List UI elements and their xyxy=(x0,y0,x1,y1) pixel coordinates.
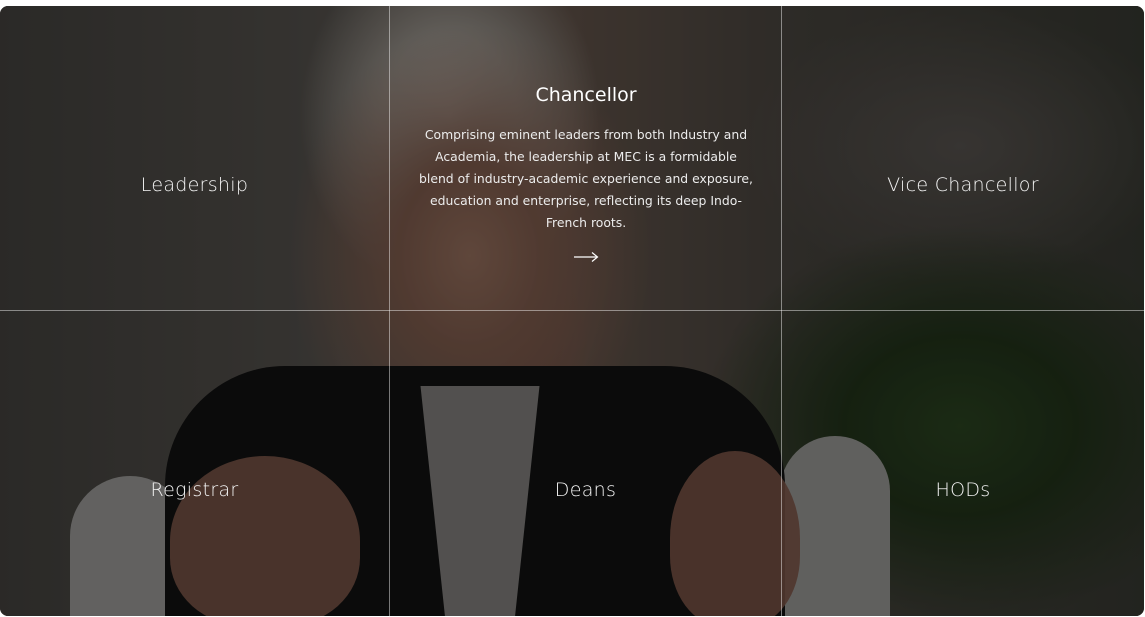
active-cell-content: Chancellor Comprising eminent leaders fr… xyxy=(390,84,782,267)
cell-label: Registrar xyxy=(150,479,239,501)
active-cell-title: Chancellor xyxy=(535,84,637,106)
active-cell-description: Comprising eminent leaders from both Ind… xyxy=(419,127,753,230)
cell-label: Deans xyxy=(554,479,617,501)
grid-cell-registrar[interactable]: Registrar xyxy=(0,311,389,616)
leadership-grid-section: Leadership Vice Chancellor Registrar Dea… xyxy=(0,6,1144,616)
grid-cell-deans[interactable]: Deans xyxy=(390,311,781,616)
grid-cell-hods[interactable]: HODs xyxy=(782,311,1144,616)
right-arrow-icon[interactable] xyxy=(573,248,599,267)
grid-cell-leadership[interactable]: Leadership xyxy=(0,6,389,310)
cell-label: Vice Chancellor xyxy=(887,174,1039,196)
grid-cell-vice-chancellor[interactable]: Vice Chancellor xyxy=(782,6,1144,310)
cell-label: HODs xyxy=(935,479,991,501)
cell-label: Leadership xyxy=(140,174,249,196)
